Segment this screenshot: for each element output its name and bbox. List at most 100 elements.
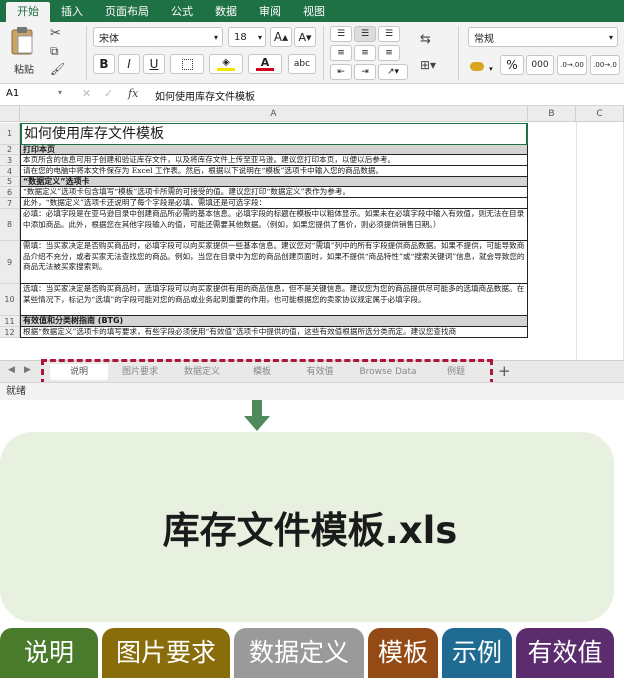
- number-format-value: 常规: [474, 33, 494, 45]
- spreadsheet-grid[interactable]: A B C 1 如何使用库存文件模板 2 打印本页 3 本页所含的信息可用于创建和验证库存…: [0, 106, 624, 360]
- confirm-icon[interactable]: ✓: [104, 87, 113, 100]
- orientation-button[interactable]: ↗▾: [378, 64, 408, 80]
- row-header[interactable]: 11: [0, 316, 20, 327]
- row-header[interactable]: 5: [0, 177, 20, 187]
- table-cell[interactable]: “数据定义”选项卡包含填写“模板”选项卡所需的可接受的值。建议您打印“数据定义”…: [20, 187, 528, 198]
- row-header[interactable]: 12: [0, 327, 20, 338]
- formula-input[interactable]: 如何使用库存文件模板: [155, 88, 255, 103]
- chevron-down-icon: ▾: [608, 32, 613, 42]
- row-header[interactable]: 9: [0, 241, 20, 284]
- label-valid-values: 有效值: [516, 628, 614, 678]
- add-sheet-button[interactable]: +: [498, 362, 511, 380]
- table-cell[interactable]: 根据“数据定义”选项卡的填写要求，有些字段必须使用“有效值”选项卡中提供的值，这…: [20, 327, 528, 338]
- align-top-icon: ☰: [336, 29, 346, 39]
- sheet-tab-data-definitions[interactable]: 数据定义: [172, 364, 232, 380]
- indent-decrease-button[interactable]: ⇤: [330, 64, 352, 80]
- ribbon-tab-data[interactable]: 数据: [204, 2, 248, 22]
- row-header[interactable]: 7: [0, 198, 20, 209]
- underline-button[interactable]: U: [143, 54, 165, 74]
- font-color-swatch: [256, 68, 274, 71]
- cut-icon[interactable]: ✂: [50, 26, 61, 41]
- border-button[interactable]: [170, 54, 204, 74]
- align-center-button[interactable]: ≡: [354, 45, 376, 61]
- italic-button[interactable]: I: [118, 54, 140, 74]
- status-text: 就绪: [6, 386, 26, 397]
- sheet-tab-template[interactable]: 模板: [236, 364, 288, 380]
- merge-cells-icon[interactable]: ⊞▾: [420, 58, 436, 72]
- label-image-requirements: 图片要求: [102, 628, 230, 678]
- row-header[interactable]: 4: [0, 166, 20, 177]
- font-name-select[interactable]: 宋体 ▾: [93, 27, 223, 47]
- indent-increase-button[interactable]: ⇥: [354, 64, 376, 80]
- paste-button[interactable]: 粘贴: [6, 26, 42, 78]
- font-color-button[interactable]: A: [248, 54, 282, 74]
- chevron-down-icon[interactable]: ▾: [58, 88, 62, 97]
- phonetic-button[interactable]: abc: [288, 54, 316, 74]
- decrease-decimal-button[interactable]: .00→.0: [590, 55, 620, 75]
- comma-style-button[interactable]: 000: [526, 55, 554, 75]
- fill-color-button[interactable]: ◈: [209, 54, 243, 74]
- row-header[interactable]: 2: [0, 145, 20, 155]
- section-header-cell[interactable]: “数据定义”选项卡: [20, 177, 528, 187]
- sheet-tab-bar: ◀ ▶ 说明 图片要求 数据定义 模板 有效值 Browse Data 例题 +: [0, 359, 624, 385]
- align-left-button[interactable]: ≡: [330, 45, 352, 61]
- section-header-cell[interactable]: 有效值和分类树指南 (BTG): [20, 316, 528, 327]
- sheet-tab-instructions[interactable]: 说明: [50, 364, 108, 380]
- label-instructions: 说明: [0, 628, 98, 678]
- font-size-select[interactable]: 18 ▾: [228, 27, 266, 47]
- sheet-tab-browse-data[interactable]: Browse Data: [352, 364, 424, 380]
- ribbon-tab-home[interactable]: 开始: [6, 2, 50, 22]
- row-header[interactable]: 1: [0, 123, 20, 145]
- ribbon-tab-insert[interactable]: 插入: [50, 2, 94, 22]
- indent-increase-icon: ⇥: [361, 67, 369, 77]
- cancel-icon[interactable]: ✕: [82, 87, 91, 100]
- ribbon-tab-bar: 开始 插入 页面布局 公式 数据 审阅 视图: [0, 0, 624, 22]
- label-example: 示例: [442, 628, 512, 678]
- orientation-icon: ↗▾: [386, 67, 400, 77]
- row-header[interactable]: 8: [0, 209, 20, 241]
- section-header-cell[interactable]: 打印本页: [20, 145, 528, 155]
- column-header-b[interactable]: B: [528, 106, 576, 122]
- table-cell[interactable]: 需填：当买家决定是否购买商品时，必填字段可以向买家提供一些基本信息。建议您对“需…: [20, 241, 528, 284]
- row-header[interactable]: 10: [0, 284, 20, 316]
- clipboard-icon: [11, 27, 33, 55]
- align-right-button[interactable]: ≡: [378, 45, 400, 61]
- name-box[interactable]: A1: [6, 88, 19, 99]
- bold-button[interactable]: B: [93, 54, 115, 74]
- column-header-a[interactable]: A: [20, 106, 528, 122]
- align-bottom-button[interactable]: ☰: [378, 26, 400, 42]
- ribbon-tab-view[interactable]: 视图: [292, 2, 336, 22]
- row-header[interactable]: 3: [0, 155, 20, 166]
- scroll-left-icon[interactable]: ◀: [8, 365, 15, 375]
- select-all-corner[interactable]: [0, 106, 20, 122]
- format-painter-icon[interactable]: 🖌: [50, 62, 65, 76]
- function-icon[interactable]: fx: [128, 87, 138, 100]
- cell-title[interactable]: 如何使用库存文件模板: [20, 123, 528, 145]
- wrap-text-icon[interactable]: ⇆: [420, 32, 431, 47]
- sheet-tab-example[interactable]: 例题: [428, 364, 484, 380]
- sheet-tab-image-requirements[interactable]: 图片要求: [112, 364, 168, 380]
- scroll-right-icon[interactable]: ▶: [24, 365, 31, 375]
- table-cell[interactable]: 请在您的电脑中将本文件保存为 Excel 工作表。然后，根据以下说明在“模板”选…: [20, 166, 528, 177]
- table-cell[interactable]: 本页所含的信息可用于创建和验证库存文件，以及将库存文件上传至亚马逊。建议您打印本…: [20, 155, 528, 166]
- shrink-font-button[interactable]: A▾: [294, 27, 316, 47]
- table-cell[interactable]: 必填：必填字段是在亚马逊目录中创建商品所必需的基本信息。必填字段的标题在模板中以…: [20, 209, 528, 241]
- copy-icon[interactable]: ⧉: [50, 44, 59, 59]
- row-header[interactable]: 6: [0, 187, 20, 198]
- number-format-select[interactable]: 常规 ▾: [468, 27, 618, 47]
- column-header-c[interactable]: C: [576, 106, 624, 122]
- increase-decimal-button[interactable]: .0→.00: [557, 55, 587, 75]
- percent-button[interactable]: %: [500, 55, 524, 75]
- ribbon-tab-formulas[interactable]: 公式: [160, 2, 204, 22]
- align-middle-button[interactable]: ☰: [354, 26, 376, 42]
- status-bar: 就绪: [0, 382, 624, 400]
- sheet-tab-valid-values[interactable]: 有效值: [292, 364, 348, 380]
- ribbon-tab-page-layout[interactable]: 页面布局: [94, 2, 160, 22]
- table-cell[interactable]: 此外，“数据定义”选项卡还说明了每个字段是必填、需填还是可选字段：: [20, 198, 528, 209]
- border-icon: [181, 58, 193, 70]
- ribbon-tab-review[interactable]: 审阅: [248, 2, 292, 22]
- align-top-button[interactable]: ☰: [330, 26, 352, 42]
- currency-button[interactable]: ▾: [470, 56, 496, 74]
- grow-font-button[interactable]: A▴: [270, 27, 292, 47]
- table-cell[interactable]: 选填：当买家决定是否购买商品时，选填字段可以向买家提供有用的商品信息，但不是关键…: [20, 284, 528, 316]
